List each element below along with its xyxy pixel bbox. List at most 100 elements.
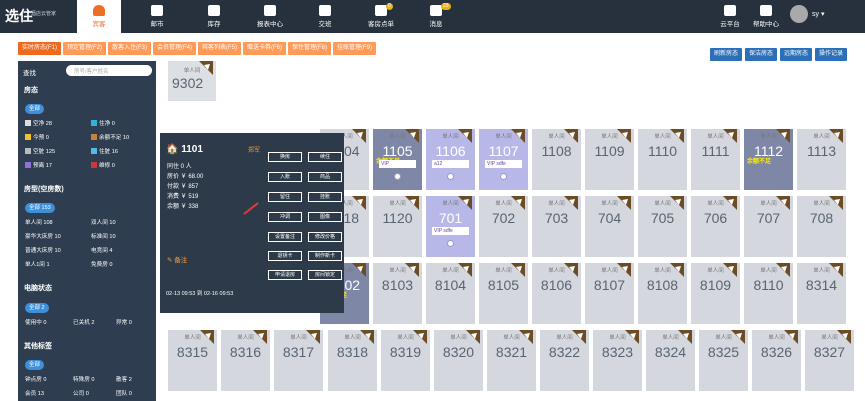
roomtype-all-button[interactable]: 全部 153 (25, 203, 55, 213)
tab-guest-list[interactable]: 宾客列表(F5) (198, 42, 241, 55)
popup-action-button[interactable]: 入账 (268, 172, 302, 182)
room-card[interactable]: 单人间 8106 (532, 263, 581, 324)
room-card[interactable]: 单人间 8314 (797, 263, 846, 324)
tab-walk-in[interactable]: 散客入住(F3) (108, 42, 151, 55)
room-card[interactable]: 单人间 1112 余额不足 (744, 129, 793, 190)
roomtype-single[interactable]: 单人间 108 (25, 218, 53, 226)
room-card[interactable]: 单人间 8110 (744, 263, 793, 324)
refresh-status-button[interactable]: 刷新房态 (709, 48, 742, 61)
room-card[interactable]: 单人间 8315 (168, 330, 217, 391)
room-card[interactable]: 单人间 8321 (487, 330, 536, 391)
popup-action-button[interactable]: 留住 (268, 192, 302, 202)
room-card[interactable]: 单人间 704 (585, 196, 634, 257)
room-card[interactable]: 单人间 705 (638, 196, 687, 257)
room-card[interactable]: 单人间 1113 (797, 129, 846, 190)
room-card[interactable]: 单人间 8325 (699, 330, 748, 391)
room-card[interactable]: 单人间 8323 (593, 330, 642, 391)
room-status-all-button[interactable]: 全部 (25, 104, 45, 114)
room-card[interactable]: 单人间 1109 (585, 129, 634, 190)
nav-messages[interactable]: 消息 23 (414, 0, 458, 33)
tab-reservations[interactable]: 预定管理(F2) (63, 42, 106, 55)
room-card[interactable]: 单人间 8324 (646, 330, 695, 391)
room-card[interactable]: 单人间 8107 (585, 263, 634, 324)
room-card[interactable]: 单人间 8103 (373, 263, 422, 324)
roomtype-deluxe-king[interactable]: 豪华大床房 10 (25, 232, 61, 240)
room-card[interactable]: 单人间 706 (691, 196, 740, 257)
room-card[interactable]: 单人间 8319 (381, 330, 430, 391)
room-card[interactable]: 单人间 702 (479, 196, 528, 257)
room-card[interactable]: 单人间 1107 VIP sdfe (479, 129, 528, 190)
nav-inventory[interactable]: 库存 (192, 0, 236, 33)
tab-coupons[interactable]: 赠送卡券(F6) (243, 42, 286, 55)
room-card[interactable]: 单人间 8109 (691, 263, 740, 324)
status-maintenance[interactable]: 维修 0 (91, 161, 115, 169)
tab-stay-management[interactable]: 保住管理(F8) (288, 42, 331, 55)
room-card[interactable]: 单人间 701 VIP sdfe (426, 196, 475, 257)
tab-members[interactable]: 会员管理(F4) (153, 42, 196, 55)
room-card[interactable]: 单人间 8322 (540, 330, 589, 391)
roomtype-standard[interactable]: 标准间 10 (91, 232, 116, 240)
nav-market[interactable]: 邮市 (135, 0, 179, 33)
status-balance-low[interactable]: 余额不足 10 (91, 133, 129, 141)
room-card[interactable]: 单人间 703 (532, 196, 581, 257)
status-expected-departure[interactable]: 预离 17 (25, 161, 52, 169)
room-card[interactable]: 单人间 8326 (752, 330, 801, 391)
room-card[interactable]: 单人间 8108 (638, 263, 687, 324)
room-card[interactable]: 单人间 9302 (168, 61, 216, 101)
tag-group[interactable]: 团队 0 (116, 389, 132, 397)
popup-action-button[interactable]: 图像 (308, 212, 342, 222)
status-today-reserve[interactable]: 今预 0 (25, 133, 49, 141)
room-card[interactable]: 单人间 8327 (805, 330, 854, 391)
computer-abnormal[interactable]: 异常 0 (116, 318, 132, 326)
room-card[interactable]: 单人间 8316 (221, 330, 270, 391)
room-card[interactable]: 单人间 708 (797, 196, 846, 257)
user-menu[interactable]: sy ▾ (790, 5, 824, 23)
tab-credit-accounts[interactable]: 挂账管理(F9) (333, 42, 376, 55)
popup-action-button[interactable]: 商品 (308, 172, 342, 182)
roomtype-esports[interactable]: 电竞间 4 (91, 246, 112, 254)
popup-action-button[interactable]: 挂账 (308, 192, 342, 202)
nav-reports[interactable]: 报表中心 (248, 0, 292, 33)
room-card[interactable]: 单人间 1110 (638, 129, 687, 190)
popup-note[interactable]: ✎ 备注 (167, 254, 187, 264)
popup-action-button[interactable]: 制作新卡 (308, 251, 342, 261)
roomtype-regular-king[interactable]: 普通大床房 10 (25, 246, 61, 254)
status-occupied-clean[interactable]: 住净 0 (91, 119, 115, 127)
status-occupied-dirty[interactable]: 住脏 16 (91, 147, 118, 155)
nav-room-order[interactable]: 客房点单 0 (359, 0, 403, 33)
popup-action-button[interactable]: 退钥卡 (268, 251, 302, 261)
room-card[interactable]: 单人间 1120 (373, 196, 422, 257)
nav-shift[interactable]: 交班 (303, 0, 347, 33)
operation-log-button[interactable]: 操作记录 (814, 48, 847, 61)
room-card[interactable]: 单人间 707 (744, 196, 793, 257)
cleaning-status-button[interactable]: 保洁房态 (744, 48, 777, 61)
room-card[interactable]: 单人间 1108 (532, 129, 581, 190)
popup-action-button[interactable]: 修改价格 (308, 232, 342, 242)
room-card[interactable]: 单人间 8318 (328, 330, 377, 391)
tag-member[interactable]: 会员 13 (25, 389, 44, 397)
room-card[interactable]: 单人间 8320 (434, 330, 483, 391)
nav-help-center[interactable]: 帮助中心 (744, 0, 788, 33)
popup-action-button[interactable]: 申请退房 (268, 270, 302, 280)
tag-company[interactable]: 公司 0 (73, 389, 89, 397)
other-all-button[interactable]: 全部 (25, 360, 45, 370)
roomtype-free[interactable]: 免费房 0 (91, 260, 112, 268)
computer-all-button[interactable]: 全部 2 (25, 303, 49, 313)
status-vacant-clean[interactable]: 空净 28 (25, 119, 52, 127)
popup-action-button[interactable]: 冲调 (268, 212, 302, 222)
room-card[interactable]: 单人间1105余额不足VIP (373, 129, 422, 190)
tag-walkin[interactable]: 散客 2 (116, 375, 132, 383)
tag-special[interactable]: 特殊房 0 (73, 375, 94, 383)
tab-realtime-status[interactable]: 实时房态(F1) (18, 42, 61, 55)
room-card[interactable]: 单人间 8104 (426, 263, 475, 324)
room-card[interactable]: 单人间 8317 (274, 330, 323, 391)
tag-hourly[interactable]: 钟点房 0 (25, 375, 46, 383)
roomtype-single-one[interactable]: 单人1间 1 (25, 260, 50, 268)
room-card[interactable]: 单人间 1106 a12 (426, 129, 475, 190)
popup-action-button[interactable]: 设置备注 (268, 232, 302, 242)
roomtype-double[interactable]: 双人间 10 (91, 218, 116, 226)
room-card[interactable]: 单人间 1111 (691, 129, 740, 190)
room-card[interactable]: 单人间 8105 (479, 263, 528, 324)
future-status-button[interactable]: 远期房态 (779, 48, 812, 61)
nav-guest[interactable]: 宾客 (77, 0, 121, 33)
